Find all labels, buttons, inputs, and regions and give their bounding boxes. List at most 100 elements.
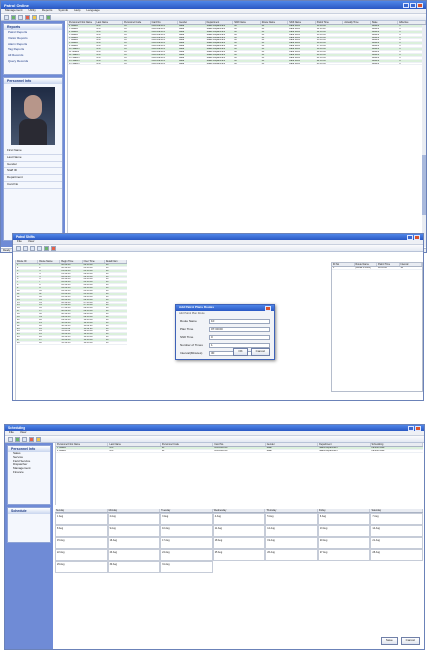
menu-item[interactable]: View xyxy=(28,239,34,244)
calendar-day[interactable]: 1 Aug xyxy=(55,513,108,525)
last-icon[interactable] xyxy=(37,245,42,251)
maximize-button[interactable] xyxy=(410,2,416,8)
column-header[interactable]: Gender xyxy=(178,21,206,24)
column-header[interactable]: Over Time xyxy=(83,260,105,263)
calendar-day[interactable]: 15 Aug xyxy=(55,537,108,549)
field-input[interactable]: 10 xyxy=(209,319,270,325)
calendar-day[interactable]: 4 Aug xyxy=(212,513,266,525)
calendar-day[interactable]: 24 Aug xyxy=(160,549,213,561)
calendar-day[interactable]: 30 Aug xyxy=(107,561,161,573)
column-header[interactable]: Detail Num xyxy=(105,260,128,263)
new-icon[interactable] xyxy=(4,14,9,20)
ok-button[interactable]: OK xyxy=(233,348,248,356)
open-icon[interactable] xyxy=(15,436,20,442)
column-header[interactable]: Last Name xyxy=(108,443,161,446)
column-header[interactable]: Patrol Time xyxy=(316,21,344,24)
calendar-day[interactable]: 29 Aug xyxy=(55,561,108,573)
column-header[interactable]: Card No. xyxy=(213,443,266,446)
table-row[interactable]: 15 Station N/A 01 0x0C04FFFF Male Sales Depar… xyxy=(68,63,426,66)
calendar-day[interactable]: 26 Aug xyxy=(265,549,318,561)
delete-icon[interactable] xyxy=(51,245,56,251)
calendar-day[interactable]: 7 Aug xyxy=(370,513,423,525)
calendar-day[interactable]: 19 Aug xyxy=(265,537,318,549)
close-button[interactable] xyxy=(417,2,423,8)
column-header[interactable]: Route Name xyxy=(261,21,289,24)
column-header[interactable]: Last Name xyxy=(96,21,124,24)
calendar-day[interactable]: 31 Aug xyxy=(160,561,213,573)
calendar-day[interactable]: 6 Aug xyxy=(317,513,371,525)
menu-item[interactable]: Language xyxy=(86,8,99,13)
column-header[interactable]: Gender xyxy=(266,443,319,446)
first-icon[interactable] xyxy=(16,245,21,251)
calendar-day[interactable]: 27 Aug xyxy=(317,549,371,561)
table-row[interactable]: 28 28 13:30:00 14:00:00 10 xyxy=(16,342,127,345)
column-header[interactable]: Department xyxy=(318,443,371,446)
minimize-button[interactable] xyxy=(408,425,414,431)
calendar-day[interactable]: 9 Aug xyxy=(107,525,161,537)
menu-item[interactable]: Utility xyxy=(29,8,36,13)
calendar-day[interactable]: 17 Aug xyxy=(160,537,213,549)
calendar-day[interactable]: 10 Aug xyxy=(160,525,213,537)
column-header[interactable]: Card No. xyxy=(151,21,179,24)
field-input[interactable]: 0 xyxy=(209,335,270,341)
column-header[interactable]: Route ID xyxy=(16,260,39,263)
column-header[interactable]: Shift Name xyxy=(288,21,316,24)
cancel-button[interactable]: Cancel xyxy=(250,348,270,356)
calendar-day[interactable]: 22 Aug xyxy=(55,549,108,561)
print-icon[interactable] xyxy=(36,436,41,442)
calendar-day[interactable]: 28 Aug xyxy=(370,549,423,561)
calendar-day[interactable]: 8 Aug xyxy=(55,525,108,537)
save-icon[interactable] xyxy=(18,14,23,20)
calendar-day[interactable]: 5 Aug xyxy=(265,513,318,525)
next-icon[interactable] xyxy=(30,245,35,251)
delete-icon[interactable] xyxy=(29,436,34,442)
column-header[interactable]: ID No xyxy=(332,263,355,266)
table-row[interactable]: 2 Station N/A 02 0x0C04FFFF Male Sales Depart… xyxy=(56,450,423,453)
menu-item[interactable]: Management xyxy=(5,8,23,13)
column-header[interactable]: Patrol Time xyxy=(377,263,400,266)
column-header[interactable]: Personnel Code xyxy=(161,443,214,446)
menu-item[interactable]: Help xyxy=(74,8,80,13)
refresh-icon[interactable] xyxy=(46,14,51,20)
calendar-day[interactable]: 16 Aug xyxy=(107,537,161,549)
calendar-day[interactable]: 21 Aug xyxy=(370,537,423,549)
column-header[interactable]: Shift Name xyxy=(233,21,261,24)
column-header[interactable]: Actually Time xyxy=(343,21,371,24)
cancel-button[interactable]: Cancel xyxy=(400,637,420,645)
calendar-day[interactable]: 12 Aug xyxy=(265,525,318,537)
calendar-day[interactable]: 20 Aug xyxy=(317,537,371,549)
column-header[interactable]: Personnel Code xyxy=(123,21,151,24)
route-detail-row[interactable]: 1 [Route 1-1003] 00:10:00 10 xyxy=(332,267,422,270)
column-header[interactable]: Department xyxy=(206,21,234,24)
column-header[interactable]: Route Name xyxy=(38,260,61,263)
calendar-day[interactable]: 18 Aug xyxy=(212,537,266,549)
close-button[interactable] xyxy=(415,425,421,431)
column-header[interactable]: Begin Time xyxy=(60,260,83,263)
new-icon[interactable] xyxy=(8,436,13,442)
menu-item[interactable]: Sysinfo xyxy=(58,8,68,13)
dialog-close-button[interactable] xyxy=(265,305,271,311)
add-icon[interactable] xyxy=(44,245,49,251)
delete-icon[interactable] xyxy=(25,14,30,20)
column-header[interactable]: Personnel First Name xyxy=(56,443,109,446)
sidebar-item[interactable]: Query Records xyxy=(4,59,62,65)
column-header[interactable]: State xyxy=(371,21,399,24)
field-input[interactable]: 07:30:00 xyxy=(209,327,270,333)
menu-item[interactable]: File xyxy=(9,430,14,435)
calendar-day[interactable]: 23 Aug xyxy=(107,549,161,561)
column-header[interactable]: Interval xyxy=(400,263,422,266)
prev-icon[interactable] xyxy=(23,245,28,251)
menu-item[interactable]: View xyxy=(20,430,26,435)
minimize-button[interactable] xyxy=(407,234,413,240)
close-button[interactable] xyxy=(414,234,420,240)
tree-item[interactable]: Finance xyxy=(8,470,50,475)
vertical-scrollbar[interactable] xyxy=(422,25,426,247)
print-icon[interactable] xyxy=(32,14,37,20)
column-header[interactable]: Effective xyxy=(398,21,426,24)
calendar-day[interactable]: 11 Aug xyxy=(212,525,266,537)
calendar-day[interactable]: 2 Aug xyxy=(107,513,161,525)
calendar-day[interactable]: 14 Aug xyxy=(370,525,423,537)
column-header[interactable]: Scheduling xyxy=(371,443,423,446)
save-button[interactable]: Save xyxy=(380,637,398,645)
menu-item[interactable]: Reports xyxy=(42,8,53,13)
